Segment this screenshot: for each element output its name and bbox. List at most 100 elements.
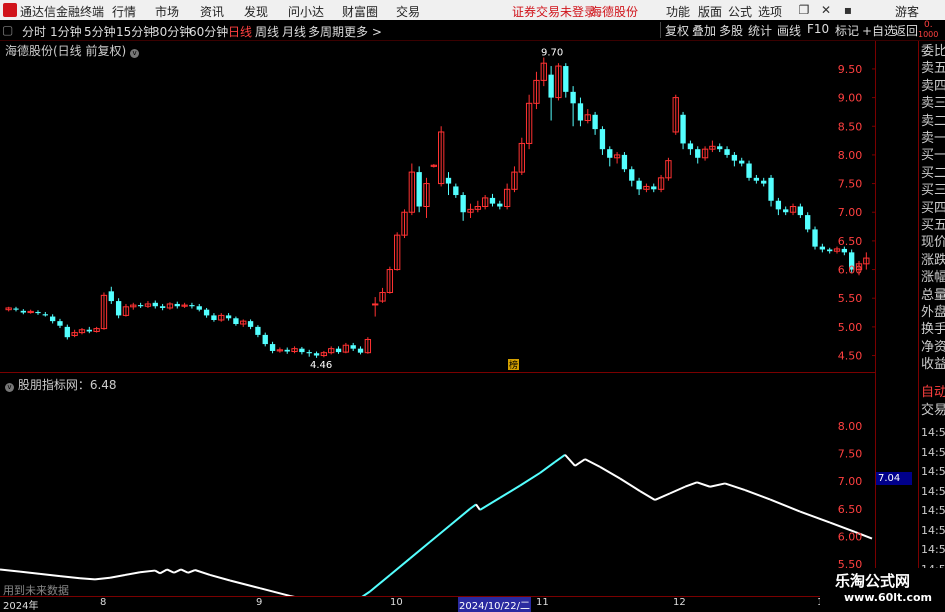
period-1min[interactable]: 1分钟 <box>50 23 82 40</box>
btn-huaxian[interactable]: 画线 <box>777 22 801 39</box>
candle-body <box>600 129 605 149</box>
period-day[interactable]: 日线 <box>228 23 252 40</box>
title-bar: 通达信金融终端 行情 市场 资讯 发现 问小达 财富圈 交易 证券交易未登录 海… <box>0 0 945 20</box>
side-item-16[interactable]: 换手 <box>921 321 945 338</box>
indicator-segment <box>655 493 670 500</box>
period-5min[interactable]: 5分钟 <box>84 23 116 40</box>
price-tick-label: 8.00 <box>838 149 863 162</box>
candle-body <box>116 301 121 315</box>
side-item-7[interactable]: 买二 <box>921 165 945 182</box>
side-item-8[interactable]: 买三 <box>921 182 945 199</box>
candle-body <box>453 186 458 195</box>
indicator-segment <box>640 491 655 500</box>
period-fenshi[interactable]: 分时 <box>22 23 46 40</box>
side-item-5[interactable]: 卖一 <box>921 130 945 147</box>
candle-body <box>21 311 26 313</box>
menu-shichang[interactable]: 市场 <box>155 3 179 20</box>
side-item-15[interactable]: 外盘 <box>921 304 945 321</box>
side-item-14[interactable]: 总量 <box>921 287 945 304</box>
candle-body <box>299 349 304 352</box>
candle-body <box>87 330 92 332</box>
indicator-segment <box>160 569 167 573</box>
login-warning[interactable]: 证券交易未登录 <box>512 3 596 20</box>
menu-xuanxiang[interactable]: 选项 <box>758 3 782 20</box>
side-item-6[interactable]: 买一 <box>921 147 945 164</box>
side-item-17[interactable]: 净资 <box>921 339 945 356</box>
price-axis: 9.509.008.508.007.507.006.506.005.505.00… <box>838 63 876 571</box>
menu-zixun[interactable]: 资讯 <box>200 3 224 20</box>
candle-body <box>820 247 825 250</box>
indicator-segment <box>188 570 195 573</box>
candle-body <box>724 149 729 155</box>
date-label: 11 <box>536 597 549 608</box>
side-item-13[interactable]: 涨幅 <box>921 269 945 286</box>
candle-body <box>138 305 143 306</box>
price-tick-label: 9.00 <box>838 92 863 105</box>
price-tick-label: 8.50 <box>838 120 863 133</box>
side-item-12[interactable]: 涨跌 <box>921 252 945 269</box>
candle-body <box>358 349 363 353</box>
btn-f10[interactable]: F10 <box>807 22 829 36</box>
btn-biaoji[interactable]: 标记 <box>835 22 859 39</box>
indicator-segment <box>575 459 585 466</box>
btn-tongji[interactable]: 统计 <box>748 22 772 39</box>
guest-button[interactable]: 游客 <box>895 3 919 20</box>
btn-fanhui[interactable]: 返回 <box>894 22 918 39</box>
side-item-11[interactable]: 现价 <box>921 234 945 251</box>
candle-body <box>548 75 553 98</box>
menu-faxian[interactable]: 发现 <box>244 3 268 20</box>
btn-duogu[interactable]: 多股 <box>719 22 743 39</box>
btn-zixuan[interactable]: +自选 <box>862 22 896 39</box>
side-item-2[interactable]: 卖四 <box>921 78 945 95</box>
side-item-1[interactable]: 卖五 <box>921 60 945 77</box>
menu-banmian[interactable]: 版面 <box>698 3 722 20</box>
menu-wenxiaoda[interactable]: 问小达 <box>288 3 324 20</box>
side-item-0[interactable]: 委比 <box>921 43 945 60</box>
toolbar-sep <box>660 22 661 38</box>
menu-hangqing[interactable]: 行情 <box>112 3 136 20</box>
indicator-dropdown-icon[interactable]: v <box>5 383 14 392</box>
chart-canvas[interactable]: 9.704.46榜 9.509.008.508.007.507.006.506.… <box>0 41 876 596</box>
side-item-10[interactable]: 买五 <box>921 217 945 234</box>
period-30min[interactable]: 30分钟 <box>152 23 191 40</box>
candle-body <box>783 209 788 212</box>
menu-gongshi[interactable]: 公式 <box>728 3 752 20</box>
side-item-18[interactable]: 收益 <box>921 356 945 373</box>
close-icon[interactable]: ✕ <box>818 2 834 18</box>
side-item-9[interactable]: 买四 <box>921 200 945 217</box>
candle-body <box>336 349 341 352</box>
menu-gongneng[interactable]: 功能 <box>666 3 690 20</box>
pin-icon[interactable]: ▪ <box>840 2 856 18</box>
indicator-label: 股朋指标网：6.48 <box>18 378 117 392</box>
period-60min[interactable]: 60分钟 <box>189 23 228 40</box>
btn-fuquan[interactable]: 复权 <box>665 22 689 39</box>
auto-button[interactable]: 自动 <box>921 384 945 401</box>
indicator-title: v 股朋指标网：6.48 <box>5 376 117 393</box>
candle-body <box>578 103 583 120</box>
candle-body <box>314 353 319 355</box>
candle-body <box>622 155 627 169</box>
candle-body <box>351 345 356 348</box>
indicator-segment <box>60 576 80 578</box>
period-multi[interactable]: 多周期 <box>308 23 344 40</box>
indicator-segment <box>155 571 160 574</box>
period-15min[interactable]: 15分钟 <box>116 23 155 40</box>
candle-body <box>211 315 216 320</box>
indicator-segment <box>540 462 555 473</box>
side-item-3[interactable]: 卖三 <box>921 95 945 112</box>
indicator-segment <box>80 578 95 579</box>
period-more[interactable]: 更多 > <box>344 23 382 40</box>
period-month[interactable]: 月线 <box>282 23 306 40</box>
candle-body <box>490 198 495 204</box>
menu-jiaoyi[interactable]: 交易 <box>396 3 420 20</box>
btn-diejia[interactable]: 叠加 <box>692 22 716 39</box>
toolbar-left-icon[interactable]: ▢ <box>2 23 13 37</box>
restore-icon[interactable]: ❐ <box>796 2 812 18</box>
price-tick-label: 4.50 <box>838 350 863 363</box>
dropdown-icon[interactable]: v <box>130 49 139 58</box>
indicator-segment <box>710 483 725 486</box>
period-week[interactable]: 周线 <box>255 23 279 40</box>
side-item-4[interactable]: 卖二 <box>921 113 945 130</box>
menu-caifuquan[interactable]: 财富圈 <box>342 3 378 20</box>
trade-button[interactable]: 交易 <box>921 402 945 419</box>
